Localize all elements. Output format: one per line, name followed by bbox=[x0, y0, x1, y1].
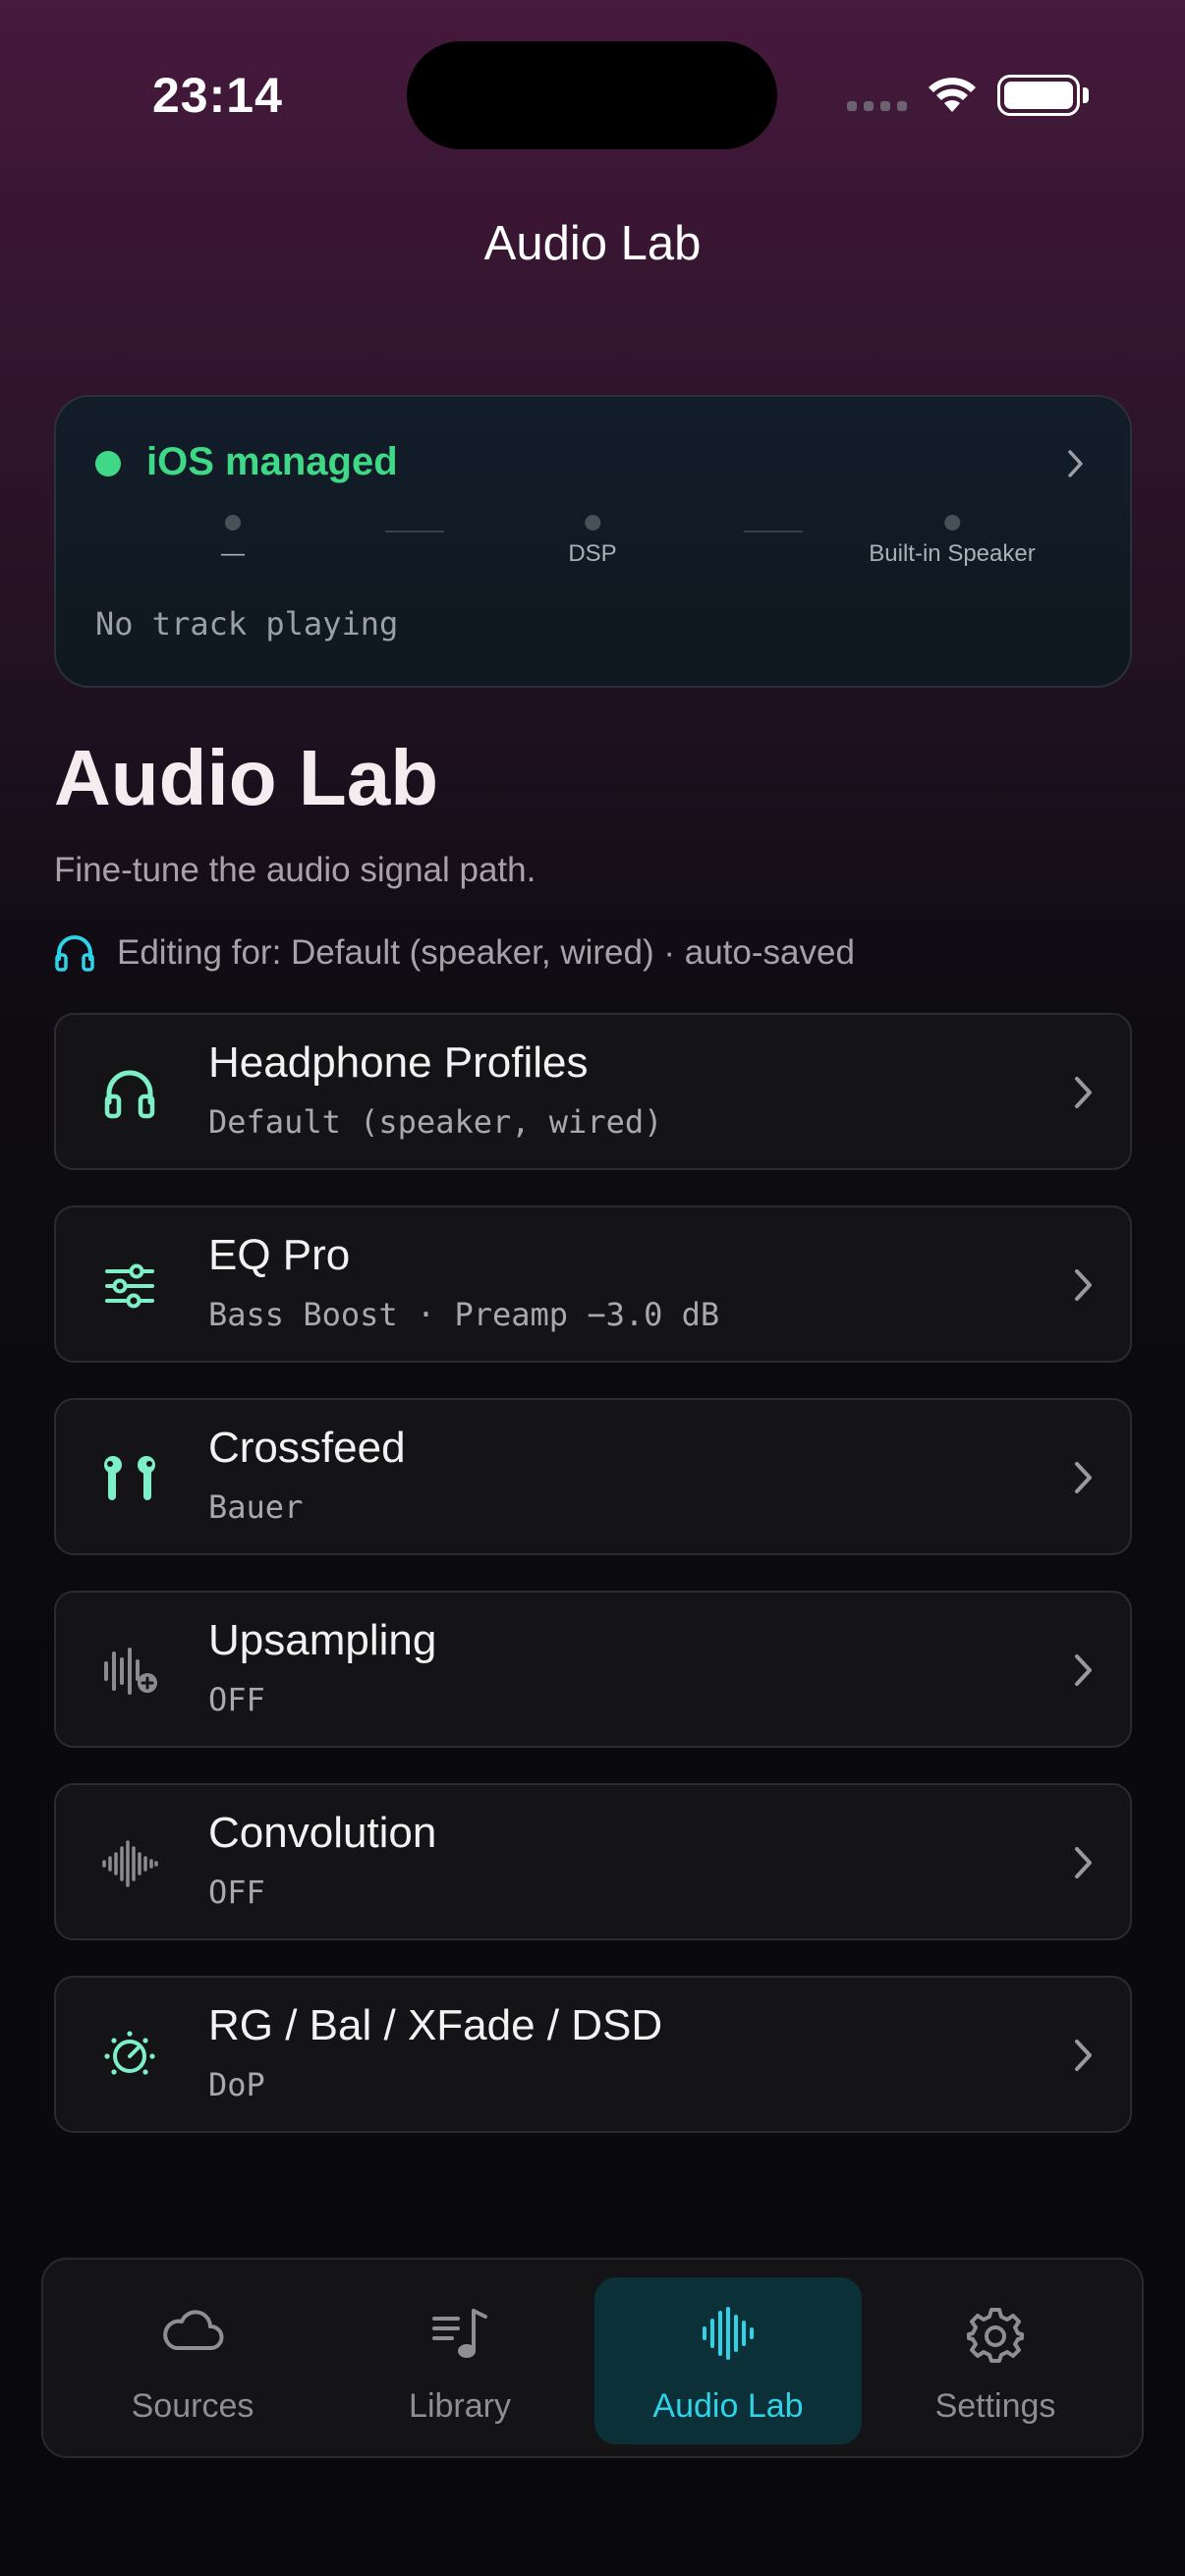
tab-label: Audio Lab bbox=[652, 2387, 804, 2425]
headphones-icon bbox=[100, 1064, 159, 1123]
status-bar: 23:14 bbox=[0, 0, 1185, 196]
headphone-profiles-row[interactable]: Headphone Profiles Default (speaker, wir… bbox=[54, 1013, 1132, 1170]
page-title: Audio Lab bbox=[54, 734, 439, 821]
row-value: OFF bbox=[208, 1681, 265, 1718]
row-value: Default (speaker, wired) bbox=[208, 1103, 663, 1141]
chevron-right-icon bbox=[1075, 2040, 1092, 2071]
row-value: Bauer bbox=[208, 1488, 304, 1526]
chevron-right-icon bbox=[1075, 1077, 1092, 1108]
row-title: Crossfeed bbox=[208, 1424, 406, 1472]
status-indicator-dot bbox=[95, 451, 121, 476]
dial-icon bbox=[100, 2027, 159, 2086]
clock: 23:14 bbox=[152, 68, 283, 123]
nav-title: Audio Lab bbox=[483, 217, 702, 270]
row-title: RG / Bal / XFade / DSD bbox=[208, 2001, 663, 2049]
now-playing-text: No track playing bbox=[95, 605, 399, 643]
chain-node-output: Built-in Speaker bbox=[869, 515, 1036, 568]
chain-node-source: — bbox=[221, 515, 245, 568]
chain-node-dsp: DSP bbox=[568, 515, 617, 568]
row-title: Upsampling bbox=[208, 1616, 437, 1664]
row-value: OFF bbox=[208, 1874, 265, 1911]
editing-context: Editing for: Default (speaker, wired) · … bbox=[54, 933, 855, 973]
chain-connector bbox=[385, 531, 444, 532]
cloud-icon bbox=[163, 2310, 224, 2350]
tab-label: Library bbox=[409, 2387, 511, 2425]
chain-connector bbox=[744, 531, 803, 532]
chevron-right-icon bbox=[1068, 450, 1083, 477]
battery-icon bbox=[997, 75, 1080, 116]
cellular-signal-icon bbox=[847, 101, 907, 111]
convolution-row[interactable]: Convolution OFF bbox=[54, 1783, 1132, 1940]
tab-library[interactable]: Library bbox=[326, 2277, 593, 2444]
row-title: Headphone Profiles bbox=[208, 1038, 589, 1087]
row-value: Bass Boost · Preamp −3.0 dB bbox=[208, 1296, 720, 1333]
row-value: DoP bbox=[208, 2066, 265, 2103]
dynamic-island bbox=[407, 41, 777, 149]
page-subtitle: Fine-tune the audio signal path. bbox=[54, 851, 536, 889]
waveform-icon bbox=[703, 2307, 754, 2360]
battery-nub bbox=[1083, 87, 1089, 103]
chevron-right-icon bbox=[1075, 1654, 1092, 1686]
chevron-right-icon bbox=[1075, 1269, 1092, 1301]
upsampling-row[interactable]: Upsampling OFF bbox=[54, 1591, 1132, 1748]
tab-label: Settings bbox=[934, 2387, 1056, 2425]
waveform-icon bbox=[100, 1834, 159, 1893]
crossfeed-row[interactable]: Crossfeed Bauer bbox=[54, 1398, 1132, 1555]
sliders-icon bbox=[100, 1257, 159, 1316]
eq-pro-row[interactable]: EQ Pro Bass Boost · Preamp −3.0 dB bbox=[54, 1205, 1132, 1363]
headphones-icon bbox=[55, 935, 94, 972]
row-title: EQ Pro bbox=[208, 1231, 351, 1279]
gear-icon bbox=[967, 2308, 1024, 2363]
chevron-right-icon bbox=[1075, 1462, 1092, 1493]
tab-audio-lab[interactable]: Audio Lab bbox=[594, 2277, 862, 2444]
editing-context-label: Editing for: Default (speaker, wired) · … bbox=[117, 933, 855, 972]
waveform-plus-icon bbox=[100, 1642, 159, 1701]
chevron-right-icon bbox=[1075, 1847, 1092, 1878]
audio-route-card[interactable]: iOS managed — DSP Built-in Speaker No tr… bbox=[54, 395, 1132, 688]
earbuds-icon bbox=[100, 1449, 159, 1508]
tab-sources[interactable]: Sources bbox=[59, 2277, 326, 2444]
advanced-dsp-row[interactable]: RG / Bal / XFade / DSD DoP bbox=[54, 1976, 1132, 2133]
wifi-icon bbox=[929, 78, 976, 112]
tab-settings[interactable]: Settings bbox=[862, 2277, 1129, 2444]
row-title: Convolution bbox=[208, 1809, 437, 1857]
tab-bar: Sources Library Audio Lab Settings bbox=[41, 2258, 1144, 2458]
tab-label: Sources bbox=[131, 2387, 254, 2425]
route-state-label: iOS managed bbox=[146, 440, 398, 483]
music-list-icon bbox=[432, 2309, 487, 2358]
